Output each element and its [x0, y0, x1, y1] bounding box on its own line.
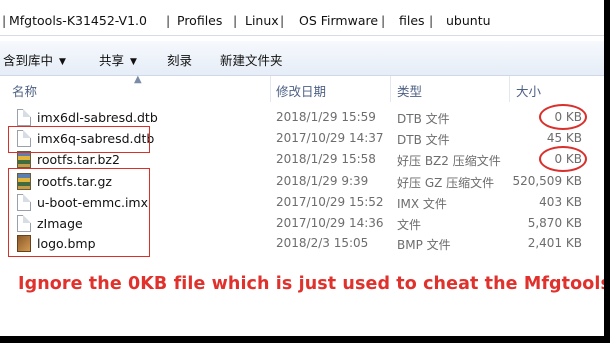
- breadcrumb-os-firmware[interactable]: OS Firmware: [299, 13, 378, 28]
- file-date: 2017/10/29 15:52: [276, 195, 384, 209]
- column-divider[interactable]: [270, 76, 271, 102]
- archive-icon: [17, 151, 31, 168]
- column-divider[interactable]: [509, 76, 510, 102]
- column-name[interactable]: 名称: [12, 81, 37, 100]
- column-divider[interactable]: [390, 76, 391, 102]
- breadcrumb-separator: |: [381, 13, 386, 28]
- file-size: 5,870 KB: [527, 216, 582, 230]
- share-button[interactable]: 共享 ▼: [99, 50, 137, 69]
- file-type: 好压 BZ2 压缩文件: [397, 154, 501, 168]
- file-date: 2018/1/29 15:59: [276, 110, 376, 124]
- highlight-box-imx6q: [8, 126, 150, 153]
- highlight-oval-zero-kb: [539, 146, 587, 172]
- file-name: rootfs.tar.bz2: [37, 152, 120, 167]
- file-row[interactable]: imx6dl-sabresd.dtb 2018/1/29 15:59 DTB 文…: [0, 107, 604, 128]
- breadcrumb-separator: |: [233, 13, 238, 28]
- breadcrumb-profiles[interactable]: Profiles: [177, 13, 222, 28]
- annotation-note: Ignore the 0KB file which is just used t…: [18, 274, 604, 294]
- explorer-window: | Mfgtools-K31452-V1.0 | Profiles | Linu…: [0, 0, 604, 336]
- breadcrumb-files[interactable]: files: [399, 13, 425, 28]
- column-modified[interactable]: 修改日期: [276, 81, 326, 100]
- file-type: BMP 文件: [397, 238, 451, 252]
- file-date: 2018/1/29 15:58: [276, 152, 376, 166]
- share-label: 共享: [99, 53, 125, 68]
- file-type: 好压 GZ 压缩文件: [397, 176, 495, 190]
- column-size[interactable]: 大小: [516, 81, 541, 100]
- highlight-oval-zero-kb: [539, 104, 587, 130]
- breadcrumb-linux[interactable]: Linux: [245, 13, 279, 28]
- chevron-down-icon: ▼: [130, 57, 137, 67]
- chevron-down-icon: ▼: [59, 57, 66, 67]
- breadcrumb-separator: |: [2, 13, 7, 28]
- file-size: 45 KB: [546, 131, 582, 145]
- file-type: DTB 文件: [397, 133, 450, 147]
- file-size: 520,509 KB: [512, 174, 582, 188]
- breadcrumb-separator: |: [280, 13, 285, 28]
- breadcrumb-mfgtools[interactable]: Mfgtools-K31452-V1.0: [9, 13, 147, 28]
- highlight-box-required-files: [8, 168, 150, 257]
- file-date: 2018/2/3 15:05: [276, 236, 369, 250]
- file-type: DTB 文件: [397, 112, 450, 126]
- include-in-library-button[interactable]: 含到库中 ▼: [3, 50, 66, 69]
- new-folder-button[interactable]: 新建文件夹: [220, 50, 283, 69]
- address-bar[interactable]: | Mfgtools-K31452-V1.0 | Profiles | Linu…: [0, 8, 604, 36]
- file-size: 403 KB: [539, 195, 582, 209]
- include-in-library-label: 含到库中: [3, 53, 54, 68]
- column-type[interactable]: 类型: [397, 81, 422, 100]
- file-type: IMX 文件: [397, 197, 447, 211]
- file-name: imx6dl-sabresd.dtb: [37, 110, 158, 125]
- breadcrumb-ubuntu[interactable]: ubuntu: [446, 13, 491, 28]
- breadcrumb-separator: |: [166, 13, 171, 28]
- sort-ascending-icon: ▲: [134, 74, 142, 85]
- file-size: 2,401 KB: [527, 236, 582, 250]
- file-date: 2018/1/29 9:39: [276, 174, 369, 188]
- document-icon: [17, 109, 31, 126]
- column-header: ▲ 名称 修改日期 类型 大小: [0, 74, 604, 102]
- breadcrumb-separator: |: [429, 13, 434, 28]
- file-date: 2017/10/29 14:36: [276, 216, 384, 230]
- command-bar: 含到库中 ▼ 共享 ▼ 刻录 新建文件夹: [0, 41, 604, 76]
- file-date: 2017/10/29 14:37: [276, 131, 384, 145]
- burn-button[interactable]: 刻录: [167, 50, 192, 69]
- file-type: 文件: [397, 218, 422, 232]
